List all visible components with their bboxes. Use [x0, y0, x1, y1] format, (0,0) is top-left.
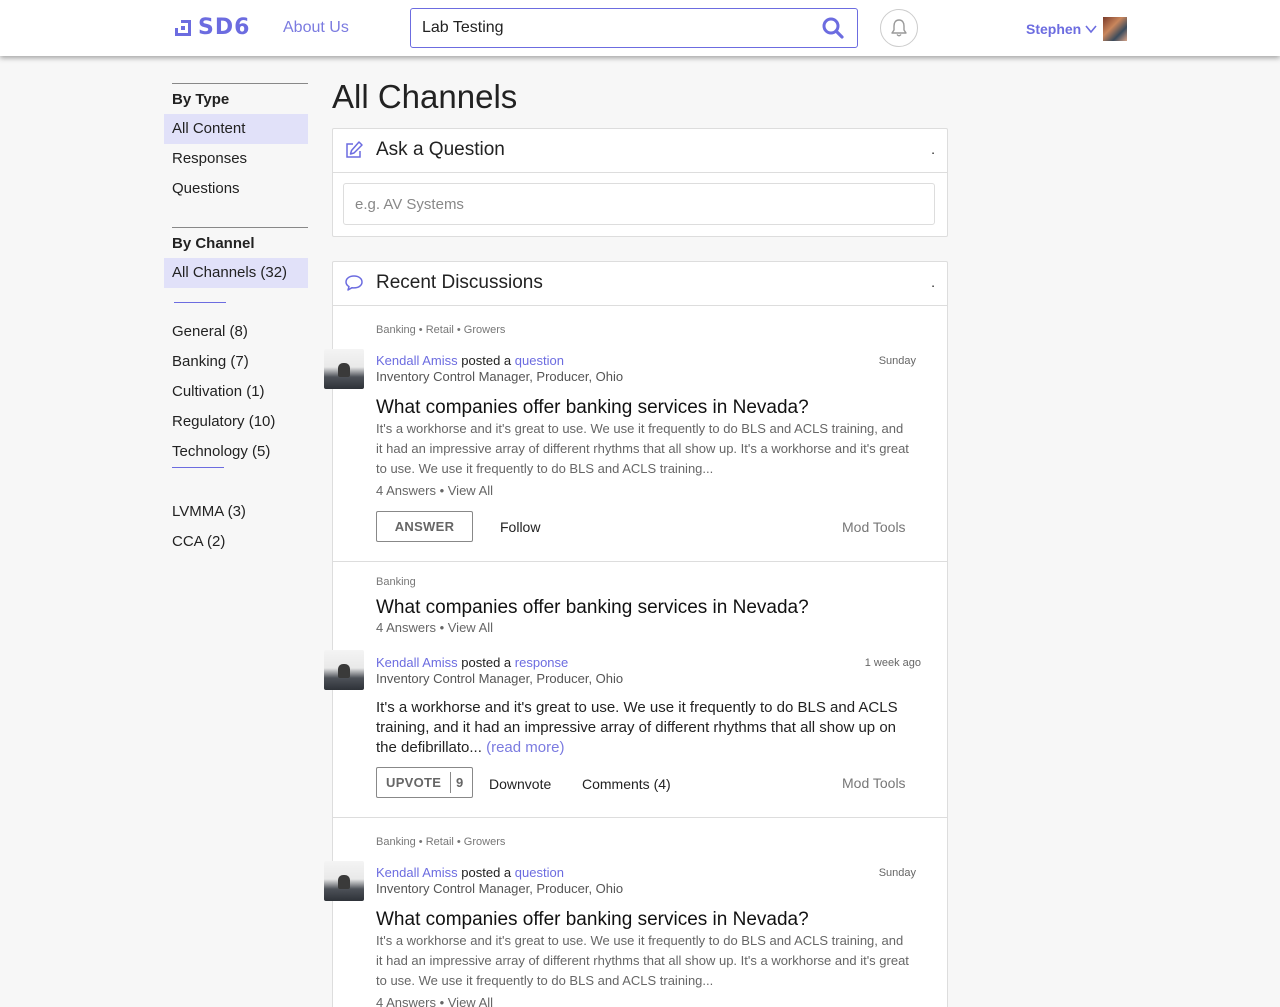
comments-button[interactable]: Comments (4) — [582, 776, 671, 792]
answer-button[interactable]: ANSWER — [376, 511, 473, 542]
answers-meta[interactable]: 4 Answers • View All — [376, 620, 493, 635]
chat-bubble-icon — [345, 275, 363, 291]
answers-meta[interactable]: 4 Answers • View All — [376, 995, 493, 1007]
about-us-link[interactable]: About Us — [283, 19, 349, 37]
recent-discussions-card: Recent Discussions . Banking • Retail • … — [324, 261, 948, 1007]
post-timestamp: Sunday — [878, 867, 916, 879]
upvote-button[interactable]: UPVOTE 9 — [376, 767, 473, 798]
channel-item-cultivation[interactable]: Cultivation (1) — [164, 377, 308, 407]
type-item-responses[interactable]: Responses — [164, 144, 308, 174]
post-tags: Banking • Retail • Growers — [376, 836, 506, 848]
post-title[interactable]: What companies offer banking services in… — [376, 909, 809, 931]
downvote-button[interactable]: Downvote — [489, 776, 551, 792]
post-title[interactable]: What companies offer banking services in… — [376, 597, 809, 619]
post-timestamp: Sunday — [878, 355, 916, 367]
byline-text: posted a — [461, 353, 512, 368]
discussion-post: Banking • Retail • Growers Kendall Amiss… — [324, 818, 947, 1007]
user-avatar — [1103, 17, 1128, 41]
sd6-logo[interactable]: SD6 — [174, 14, 250, 42]
edit-icon — [346, 141, 363, 158]
user-menu[interactable]: Stephen — [1026, 17, 1128, 41]
author-link[interactable]: Kendall Amiss — [376, 865, 458, 880]
author-avatar[interactable] — [324, 349, 364, 389]
author-avatar[interactable] — [324, 861, 364, 901]
post-byline: Kendall Amiss posted a question — [376, 353, 564, 368]
type-item-all-content[interactable]: All Content — [164, 114, 308, 144]
post-tags: Banking — [376, 576, 416, 588]
ask-question-card: Ask a Question . — [332, 128, 948, 237]
post-excerpt: It's a workhorse and it's great to use. … — [376, 421, 909, 476]
upvote-label: UPVOTE — [386, 775, 442, 790]
discussion-post: Banking What companies offer banking ser… — [324, 562, 947, 818]
response-body: It's a workhorse and it's great to use. … — [376, 698, 911, 758]
chevron-down-icon — [1085, 25, 1097, 34]
notifications-button[interactable] — [880, 9, 918, 47]
card-menu-dot[interactable]: . — [931, 274, 935, 290]
by-channel-heading: By Channel — [172, 235, 255, 252]
ask-question-header: Ask a Question . — [333, 129, 947, 173]
logo-text: SD6 — [198, 15, 251, 40]
author-link[interactable]: Kendall Amiss — [376, 655, 458, 670]
top-header: SD6 About Us Stephen — [0, 0, 1280, 56]
follow-button[interactable]: Follow — [500, 519, 540, 535]
author-role: Inventory Control Manager, Producer, Ohi… — [376, 369, 624, 384]
page-title: All Channels — [332, 78, 518, 115]
upvote-count: 9 — [450, 772, 464, 793]
post-kind-link[interactable]: question — [515, 353, 564, 368]
search-input[interactable] — [411, 9, 801, 47]
search-bar — [410, 8, 858, 48]
logo-mark-icon — [175, 20, 191, 36]
post-byline: Kendall Amiss posted a response — [376, 655, 568, 670]
user-name: Stephen — [1026, 21, 1082, 37]
card-menu-dot[interactable]: . — [931, 141, 935, 157]
author-link[interactable]: Kendall Amiss — [376, 353, 458, 368]
channel-item-banking[interactable]: Banking (7) — [164, 347, 308, 377]
recent-discussions-header: Recent Discussions . — [333, 262, 947, 306]
post-tags: Banking • Retail • Growers — [376, 324, 506, 336]
read-more-link[interactable]: (read more) — [486, 739, 564, 756]
search-icon[interactable] — [822, 17, 844, 39]
author-role: Inventory Control Manager, Producer, Ohi… — [376, 881, 624, 896]
post-kind-link[interactable]: response — [515, 655, 568, 670]
divider — [174, 302, 226, 303]
bell-icon — [891, 19, 907, 37]
ask-question-title: Ask a Question — [376, 139, 505, 160]
recent-discussions-title: Recent Discussions — [376, 272, 543, 293]
channel-item-technology[interactable]: Technology (5) — [164, 437, 308, 467]
byline-text: posted a — [461, 865, 512, 880]
post-byline: Kendall Amiss posted a question — [376, 865, 564, 880]
channel-item-cca[interactable]: CCA (2) — [164, 527, 308, 557]
ask-question-input[interactable] — [343, 183, 935, 225]
by-type-section: By Type All Content Responses Questions — [164, 83, 308, 204]
byline-text: posted a — [461, 655, 512, 670]
answers-meta[interactable]: 4 Answers • View All — [376, 483, 493, 498]
author-avatar[interactable] — [324, 650, 364, 690]
response-text: It's a workhorse and it's great to use. … — [376, 699, 898, 756]
by-type-heading: By Type — [172, 91, 230, 108]
post-excerpt: It's a workhorse and it's great to use. … — [376, 933, 909, 988]
author-role: Inventory Control Manager, Producer, Ohi… — [376, 671, 624, 686]
type-item-questions[interactable]: Questions — [164, 174, 308, 204]
channel-item-general[interactable]: General (8) — [164, 317, 308, 347]
mod-tools-link[interactable]: Mod Tools — [842, 519, 906, 535]
channel-item-all[interactable]: All Channels (32) — [164, 258, 308, 288]
filter-sidebar: By Type All Content Responses Questions … — [164, 83, 308, 557]
post-kind-link[interactable]: question — [515, 865, 564, 880]
post-title[interactable]: What companies offer banking services in… — [376, 397, 809, 419]
by-channel-section: By Channel All Channels (32) General (8)… — [164, 227, 308, 557]
discussion-post: Banking • Retail • Growers Kendall Amiss… — [324, 306, 947, 562]
mod-tools-link[interactable]: Mod Tools — [842, 775, 906, 791]
post-timestamp: 1 week ago — [864, 657, 921, 669]
channel-item-lvmma[interactable]: LVMMA (3) — [164, 497, 308, 527]
channel-item-regulatory[interactable]: Regulatory (10) — [164, 407, 308, 437]
